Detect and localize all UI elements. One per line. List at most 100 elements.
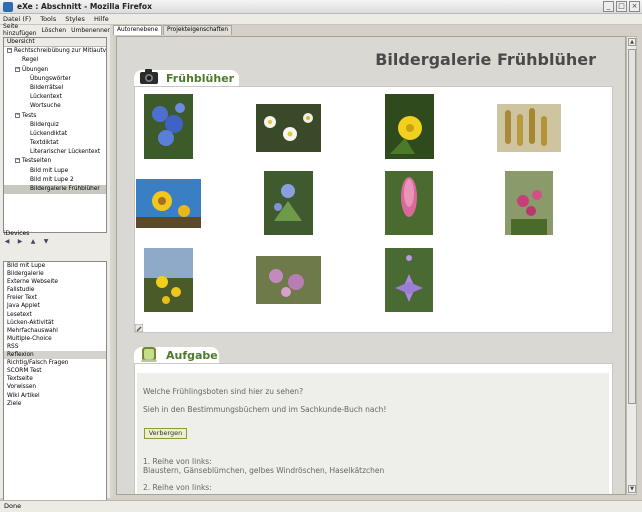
tree-item[interactable]: Textdiktat (4, 139, 106, 148)
idevice-item[interactable]: Externe Webseite (4, 278, 106, 286)
tree-item-label: Testseiten (22, 158, 52, 165)
tree-item[interactable]: Literarischer Lückentext (4, 148, 106, 157)
idevice-item[interactable]: Mehrfachauswahl (4, 327, 106, 335)
gallery-image-row2-2[interactable] (264, 171, 313, 235)
tree-item-label: Bildergalerie Frühblüher (30, 186, 100, 192)
gallery-image-row3-3[interactable] (385, 248, 433, 312)
tree-toggle-icon[interactable]: − (15, 158, 20, 164)
tree-item[interactable]: Regel (4, 56, 106, 65)
task-icon (141, 347, 157, 362)
tree-root[interactable]: Übersicht (4, 38, 106, 48)
idevice-item[interactable]: Java Applet (4, 302, 106, 310)
outline-toolbar: Seite hinzufügen Löschen Umbenennen (0, 23, 111, 37)
tree-toggle-icon[interactable]: − (7, 48, 12, 54)
minimize-button[interactable]: _ (603, 1, 614, 12)
delete-button[interactable]: Löschen (41, 27, 66, 34)
tree-item[interactable]: Bilderrätsel (4, 84, 106, 93)
tree-item-label: Regel (22, 57, 39, 64)
idevice-item[interactable]: SCORM Test (4, 367, 106, 375)
gallery-image-row2-1[interactable] (136, 179, 201, 228)
gallery-image-gelbes-windroeschen[interactable] (385, 94, 434, 159)
tree-item[interactable]: Bilderquiz (4, 121, 106, 130)
promote-arrow-icon[interactable]: ◀ (3, 237, 11, 245)
tree-item[interactable]: − Tests (4, 112, 106, 121)
menu-hilfe[interactable]: Hilfe (94, 15, 109, 23)
idevice-item[interactable]: Lücken-Aktivität (4, 319, 106, 327)
idevice-item[interactable]: Multiple-Choice (4, 335, 106, 343)
tree-item[interactable]: Bildergalerie Frühblüher (4, 185, 106, 195)
move-up-arrow-icon[interactable]: ▲ (29, 237, 37, 245)
idevice-item[interactable]: Reflexion (4, 351, 106, 360)
tree-toggle-icon[interactable]: − (15, 66, 20, 72)
idevice-item[interactable]: Wiki Artikel (4, 392, 106, 400)
rename-button[interactable]: Umbenennen (71, 27, 111, 34)
tree-item-label: Übungen (22, 66, 49, 73)
scroll-down-icon[interactable]: ▼ (628, 485, 636, 493)
gallery-image-row3-2[interactable] (256, 256, 321, 304)
close-button[interactable]: × (629, 1, 640, 12)
task-hint: Sieh in den Bestimmungsbüchern und im Sa… (143, 405, 387, 414)
tree-item-label: Literarischer Lückentext (30, 149, 101, 156)
idevice-item[interactable]: Textseite (4, 375, 106, 383)
edit-pencil-icon[interactable] (135, 324, 143, 332)
menu-styles[interactable]: Styles (65, 15, 85, 23)
gallery-image-row2-4[interactable] (505, 171, 553, 235)
tree-item[interactable]: − Übungen (4, 66, 106, 75)
content-scrollbar[interactable]: ▲ ▼ (626, 36, 637, 495)
menu-datei[interactable]: Datei (F) (3, 15, 31, 23)
tree-item[interactable]: Bild mit Lupe 2 (4, 176, 106, 185)
idevice-item[interactable]: Lesetext (4, 311, 106, 319)
idevice-item[interactable]: Ziele (4, 400, 106, 408)
task-question: Welche Frühlingsboten sind hier zu sehen… (143, 387, 304, 396)
idevice-item[interactable]: Bild mit Lupe (4, 262, 106, 270)
tree-item[interactable]: Bild mit Lupe (4, 167, 106, 176)
editor-tabs: Autorenebene Projekteigenschaften (113, 25, 233, 35)
move-down-arrow-icon[interactable]: ▼ (42, 237, 50, 245)
answer2-heading: 2. Reihe von links: (143, 483, 212, 492)
tree-item[interactable]: Wortsuche (4, 102, 106, 111)
answer1-heading: 1. Reihe von links: (143, 457, 212, 466)
idevices-list: Bild mit Lupe Bildergalerie Externe Websei… (3, 261, 107, 512)
idevice-item[interactable]: Freier Text (4, 294, 106, 302)
add-page-button[interactable]: Seite hinzufügen (3, 23, 36, 37)
tab-autorenebene[interactable]: Autorenebene (113, 25, 163, 35)
window-title: eXe : Abschnitt - Mozilla Firefox (17, 2, 152, 11)
tree-toggle-icon[interactable]: − (15, 112, 20, 118)
left-pane: Seite hinzufügen Löschen Umbenennen Über… (0, 23, 111, 512)
idevices-label: iDevices (4, 230, 30, 237)
gallery-image-row3-1[interactable] (144, 248, 193, 312)
tree-item-label: Lückendiktat (30, 130, 68, 137)
aufgabe-title: Aufgabe (166, 348, 218, 362)
tree-item-label: Tests (22, 112, 37, 119)
tree-item[interactable]: Lückentext (4, 93, 106, 102)
tree-item[interactable]: −Rechtschreibübung zur Mitlautverdo... (4, 47, 106, 56)
tree-item-label: Rechtschreibübung zur Mitlautverdo... (14, 48, 107, 55)
idevice-item[interactable]: Richtig/Falsch Fragen (4, 359, 106, 367)
tree-item-label: Bilderrätsel (30, 84, 64, 91)
idevice-item[interactable]: Vorwissen (4, 383, 106, 391)
maximize-button[interactable]: □ (616, 1, 627, 12)
tree-item[interactable]: Übungswörter (4, 75, 106, 84)
tree-item[interactable]: Lückendiktat (4, 130, 106, 139)
scroll-thumb[interactable] (628, 49, 636, 404)
menu-tools[interactable]: Tools (40, 15, 56, 23)
gallery-title: Frühblüher (166, 71, 235, 85)
tree-item[interactable]: − Testseiten (4, 157, 106, 166)
demote-arrow-icon[interactable]: ▶ (16, 237, 24, 245)
tree-item-label: Bild mit Lupe (30, 167, 69, 174)
scroll-up-icon[interactable]: ▲ (628, 38, 636, 46)
gallery-header: Frühblüher (134, 69, 239, 86)
outline-move-bar: ◀ ▶ ▲ ▼ (3, 237, 50, 247)
gallery-image-row2-3[interactable] (385, 171, 433, 235)
gallery-image-gaensebluemchen[interactable] (256, 104, 321, 152)
content-area: Bildergalerie Frühblüher Frühblüher Aufg… (116, 36, 626, 495)
tab-projekteigenschaften[interactable]: Projekteigenschaften (163, 25, 233, 35)
idevice-item[interactable]: RSS (4, 343, 106, 351)
gallery-image-haselkaetzchen[interactable] (497, 104, 561, 152)
gallery-image-blaustern[interactable] (144, 94, 193, 159)
camera-icon (140, 69, 158, 84)
idevice-item[interactable]: Bildergalerie (4, 270, 106, 278)
hide-button[interactable]: Verbergen (144, 428, 187, 439)
idevice-item[interactable]: Fallstudie (4, 286, 106, 294)
pane-splitter[interactable] (110, 25, 113, 498)
